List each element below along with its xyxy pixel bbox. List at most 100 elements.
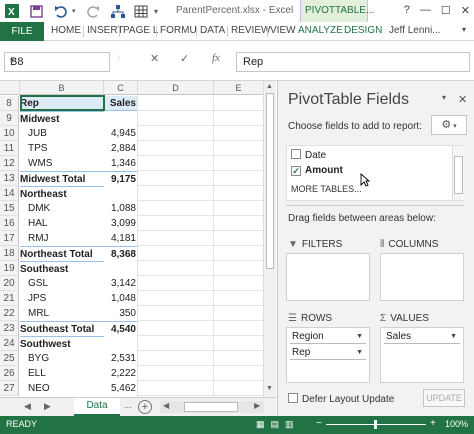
row-number[interactable]: 12 [0,156,19,171]
chevron-down-icon[interactable]: ▼ [356,346,363,359]
enter-icon[interactable]: ✓ [180,52,189,65]
undo-dropdown-icon[interactable]: ▾ [72,3,76,19]
cell-sales[interactable]: 350 [104,306,137,321]
maximize-icon[interactable]: ☐ [441,4,451,17]
horizontal-scroll-thumb[interactable] [184,402,238,412]
row-number[interactable]: 21 [0,291,19,306]
cell-rep[interactable]: JUB [20,126,104,141]
tab-design[interactable]: DESIGN [344,25,382,36]
undo-icon[interactable] [54,3,68,19]
cell-sales[interactable]: 2,884 [104,141,137,156]
worksheet-grid[interactable]: B C D E 8Rep▼Sales9Midwest10JUB4,94511TP… [0,81,276,397]
zoom-out-icon[interactable]: − [316,418,322,429]
cell-rep[interactable]: Northeast [20,186,104,201]
update-button[interactable]: UPDATE [423,389,465,407]
cell-sales[interactable]: Sales [104,96,137,111]
chevron-down-icon[interactable]: ▼ [450,330,457,343]
cell-sales[interactable]: 8,368 [104,246,137,261]
horizontal-scrollbar[interactable]: ◀ ▶ [160,401,264,413]
chevron-down-icon[interactable]: ▼ [356,330,363,343]
org-chart-icon[interactable] [110,3,126,19]
cell-rep[interactable]: JPS [20,291,104,306]
tab-formulas[interactable]: FORMU [160,25,197,36]
cell-rep[interactable]: Southeast [20,261,104,276]
cell-sales[interactable]: 3,099 [104,216,137,231]
cell-sales[interactable] [104,111,137,126]
field-list-settings-button[interactable]: ⚙ ▾ [431,115,467,135]
scroll-down-icon[interactable]: ▼ [266,385,273,392]
row-number[interactable]: 22 [0,306,19,321]
close-icon[interactable]: ✕ [461,4,470,17]
defer-checkbox[interactable] [288,393,298,403]
name-box-dropdown-icon[interactable]: ▾ [10,56,105,65]
pane-close-icon[interactable]: ✕ [458,93,467,106]
values-field-sales[interactable]: Sales ▼ [384,330,460,344]
zoom-level[interactable]: 100% [445,419,468,429]
column-header-e[interactable]: E [214,81,264,95]
cell-sales[interactable]: 4,181 [104,231,137,246]
redo-icon[interactable] [86,3,100,19]
cell-sales[interactable]: 9,175 [104,171,137,186]
row-number[interactable]: 26 [0,366,19,381]
row-number[interactable]: 20 [0,276,19,291]
select-all-corner[interactable] [0,81,20,95]
filters-drop-area[interactable] [286,253,370,301]
rows-drop-area[interactable]: Region ▼ Rep ▼ [286,327,370,383]
formula-input[interactable]: Rep [236,52,470,72]
row-number[interactable]: 24 [0,336,19,351]
cell-sales[interactable]: 2,222 [104,366,137,381]
cell-rep[interactable]: Southwest [20,336,104,351]
row-number[interactable]: 27 [0,381,19,396]
cell-rep[interactable]: DMK [20,201,104,216]
cell-sales[interactable]: 4,540 [104,321,137,336]
next-sheet-icon[interactable]: ▶ [44,401,51,412]
file-tab[interactable]: FILE [0,22,44,41]
tab-review[interactable]: REVIEW [231,25,270,36]
cell-rep[interactable]: Midwest Total [20,171,104,186]
cell-rep[interactable]: HAL [20,216,104,231]
defer-layout-update[interactable]: Defer Layout Update [288,393,394,405]
more-sheets[interactable]: ... [124,400,132,410]
view-buttons[interactable]: ▦▤▥ [256,419,300,430]
row-number[interactable]: 13 [0,171,19,186]
scroll-left-icon[interactable]: ◀ [163,401,169,410]
cell-sales[interactable]: 1,088 [104,201,137,216]
customize-qat-icon[interactable]: ▾ [154,3,158,19]
cell-sales[interactable]: 5,462 [104,381,137,396]
columns-drop-area[interactable] [380,253,464,301]
tab-home[interactable]: HOME [51,25,81,36]
user-dropdown-icon[interactable]: ▾ [462,25,466,34]
field-list-scrollbar[interactable] [452,146,464,200]
cancel-icon[interactable]: ✕ [150,52,159,65]
cell-rep[interactable]: Southeast Total [20,321,104,336]
name-box[interactable]: B8 ▾ [4,52,110,72]
row-number[interactable]: 8 [0,96,19,111]
vertical-scroll-thumb[interactable] [266,93,274,269]
row-number[interactable]: 11 [0,141,19,156]
cell-sales[interactable]: 1,346 [104,156,137,171]
tab-view[interactable]: VIEW [270,25,296,36]
row-number[interactable]: 19 [0,261,19,276]
cell-sales[interactable]: 3,142 [104,276,137,291]
user-name[interactable]: Jeff Lenni... [389,25,441,36]
row-number[interactable]: 18 [0,246,19,261]
values-drop-area[interactable]: Sales ▼ [380,327,464,383]
cell-sales[interactable]: 2,531 [104,351,137,366]
field-amount-checkbox[interactable]: ✓ [291,166,301,176]
cell-rep[interactable]: GSL [20,276,104,291]
row-number[interactable]: 10 [0,126,19,141]
rows-field-region[interactable]: Region ▼ [290,330,366,344]
cell-sales[interactable] [104,261,137,276]
rows-field-rep[interactable]: Rep ▼ [290,346,366,360]
zoom-in-icon[interactable]: + [430,418,436,429]
field-amount[interactable]: ✓ Amount [291,165,343,179]
row-number[interactable]: 14 [0,186,19,201]
row-number[interactable]: 15 [0,201,19,216]
pane-options-dropdown-icon[interactable]: ▾ [442,93,446,102]
row-number[interactable]: 23 [0,321,19,336]
column-header-b[interactable]: B [20,81,104,95]
tab-data[interactable]: DATA [200,25,225,36]
cell-rep[interactable]: BYG [20,351,104,366]
prev-sheet-icon[interactable]: ◀ [24,401,31,412]
scroll-right-icon[interactable]: ▶ [254,401,260,410]
